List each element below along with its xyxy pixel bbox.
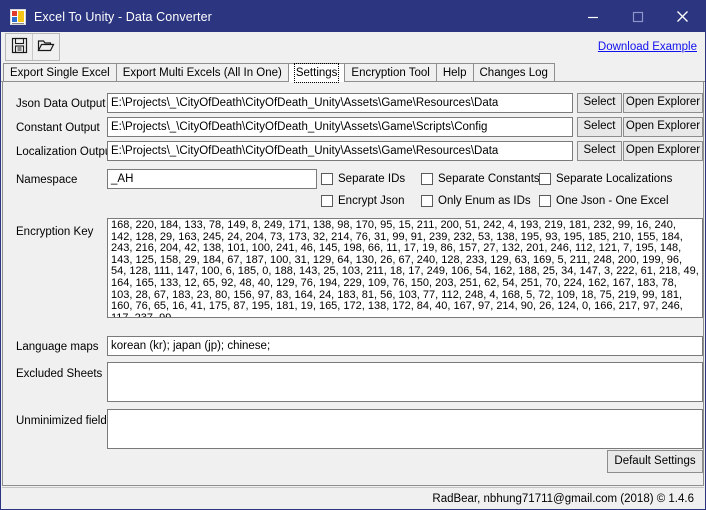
tab-export-single-excel[interactable]: Export Single Excel bbox=[3, 63, 117, 81]
unminimized-fields-label: Unminimized fields bbox=[16, 415, 113, 427]
tab-help[interactable]: Help bbox=[435, 63, 474, 81]
constant-output-open-explorer-button[interactable]: Open Explorer bbox=[623, 117, 703, 137]
default-settings-button[interactable]: Default Settings bbox=[607, 450, 703, 473]
checkbox-label: One Json - One Excel bbox=[556, 195, 669, 207]
maximize-button[interactable] bbox=[615, 1, 660, 32]
tab-settings[interactable]: Settings bbox=[287, 63, 346, 83]
status-bar: RadBear, nbhung71711@gmail.com (2018) © … bbox=[2, 487, 704, 509]
save-button[interactable] bbox=[6, 34, 33, 60]
status-bar-text: RadBear, nbhung71711@gmail.com (2018) © … bbox=[432, 492, 694, 505]
tab-export-multi-excels[interactable]: Export Multi Excels (All In One) bbox=[115, 63, 289, 81]
checkbox-box bbox=[421, 195, 433, 207]
tab-strip: Export Single Excel Export Multi Excels … bbox=[1, 62, 705, 83]
window-controls bbox=[570, 1, 705, 32]
encryption-key-textarea[interactable]: 168, 220, 184, 133, 78, 149, 8, 249, 171… bbox=[107, 218, 703, 318]
checkbox-label: Only Enum as IDs bbox=[438, 195, 531, 207]
title-bar: Excel To Unity - Data Converter bbox=[1, 1, 705, 32]
toolbar-button-group bbox=[5, 33, 60, 61]
language-maps-input[interactable]: korean (kr); japan (jp); chinese; bbox=[107, 336, 703, 356]
json-data-output-input[interactable]: E:\Projects\_\CityOfDeath\CityOfDeath_Un… bbox=[107, 93, 573, 113]
application-window: Excel To Unity - Data Converter Download… bbox=[0, 0, 706, 510]
localization-output-open-explorer-button[interactable]: Open Explorer bbox=[623, 141, 703, 161]
checkbox-separate-localizations[interactable]: Separate Localizations bbox=[539, 173, 672, 185]
unminimized-fields-textarea[interactable] bbox=[107, 409, 703, 449]
checkbox-separate-constants[interactable]: Separate Constants bbox=[421, 173, 540, 185]
toolbar: Download Example bbox=[1, 32, 705, 62]
namespace-input[interactable]: _AH bbox=[107, 169, 317, 189]
checkbox-one-json-one-excel[interactable]: One Json - One Excel bbox=[539, 195, 669, 207]
checkbox-label: Separate Localizations bbox=[556, 173, 673, 185]
checkbox-box bbox=[539, 195, 551, 207]
constant-output-label: Constant Output bbox=[16, 122, 100, 134]
window-title: Excel To Unity - Data Converter bbox=[34, 9, 212, 24]
localization-output-select-button[interactable]: Select bbox=[577, 141, 622, 161]
checkbox-label: Encrypt Json bbox=[338, 195, 405, 207]
checkbox-encrypt-json[interactable]: Encrypt Json bbox=[321, 195, 404, 207]
floppy-disk-save-icon bbox=[11, 37, 28, 57]
json-data-output-label: Json Data Output bbox=[16, 98, 106, 110]
constant-output-select-button[interactable]: Select bbox=[577, 117, 622, 137]
checkbox-box bbox=[321, 195, 333, 207]
tab-changes-log[interactable]: Changes Log bbox=[472, 63, 555, 81]
minimize-button[interactable] bbox=[570, 1, 615, 32]
excel-app-icon bbox=[10, 8, 26, 25]
encryption-key-label: Encryption Key bbox=[16, 226, 94, 238]
language-maps-label: Language maps bbox=[16, 341, 99, 353]
checkbox-label: Separate Constants bbox=[438, 173, 540, 185]
json-data-output-select-button[interactable]: Select bbox=[577, 93, 622, 113]
checkbox-only-enum-as-ids[interactable]: Only Enum as IDs bbox=[421, 195, 531, 207]
namespace-label: Namespace bbox=[16, 174, 78, 186]
settings-panel: Json Data Output E:\Projects\_\CityOfDea… bbox=[2, 82, 704, 486]
checkbox-label: Separate IDs bbox=[338, 173, 406, 185]
folder-open-icon bbox=[37, 37, 55, 57]
json-data-output-open-explorer-button[interactable]: Open Explorer bbox=[623, 93, 703, 113]
constant-output-input[interactable]: E:\Projects\_\CityOfDeath\CityOfDeath_Un… bbox=[107, 117, 573, 137]
checkbox-box bbox=[421, 173, 433, 185]
close-button[interactable] bbox=[660, 1, 705, 32]
localization-output-label: Localization Output bbox=[16, 146, 115, 158]
tab-encryption-tool[interactable]: Encryption Tool bbox=[344, 63, 437, 81]
checkbox-separate-ids[interactable]: Separate IDs bbox=[321, 173, 405, 185]
excluded-sheets-label: Excluded Sheets bbox=[16, 368, 103, 380]
checkbox-box bbox=[321, 173, 333, 185]
checkbox-box bbox=[539, 173, 551, 185]
localization-output-input[interactable]: E:\Projects\_\CityOfDeath\CityOfDeath_Un… bbox=[107, 141, 573, 161]
download-example-link[interactable]: Download Example bbox=[598, 41, 697, 53]
open-file-button[interactable] bbox=[33, 34, 59, 60]
excluded-sheets-textarea[interactable] bbox=[107, 362, 703, 402]
